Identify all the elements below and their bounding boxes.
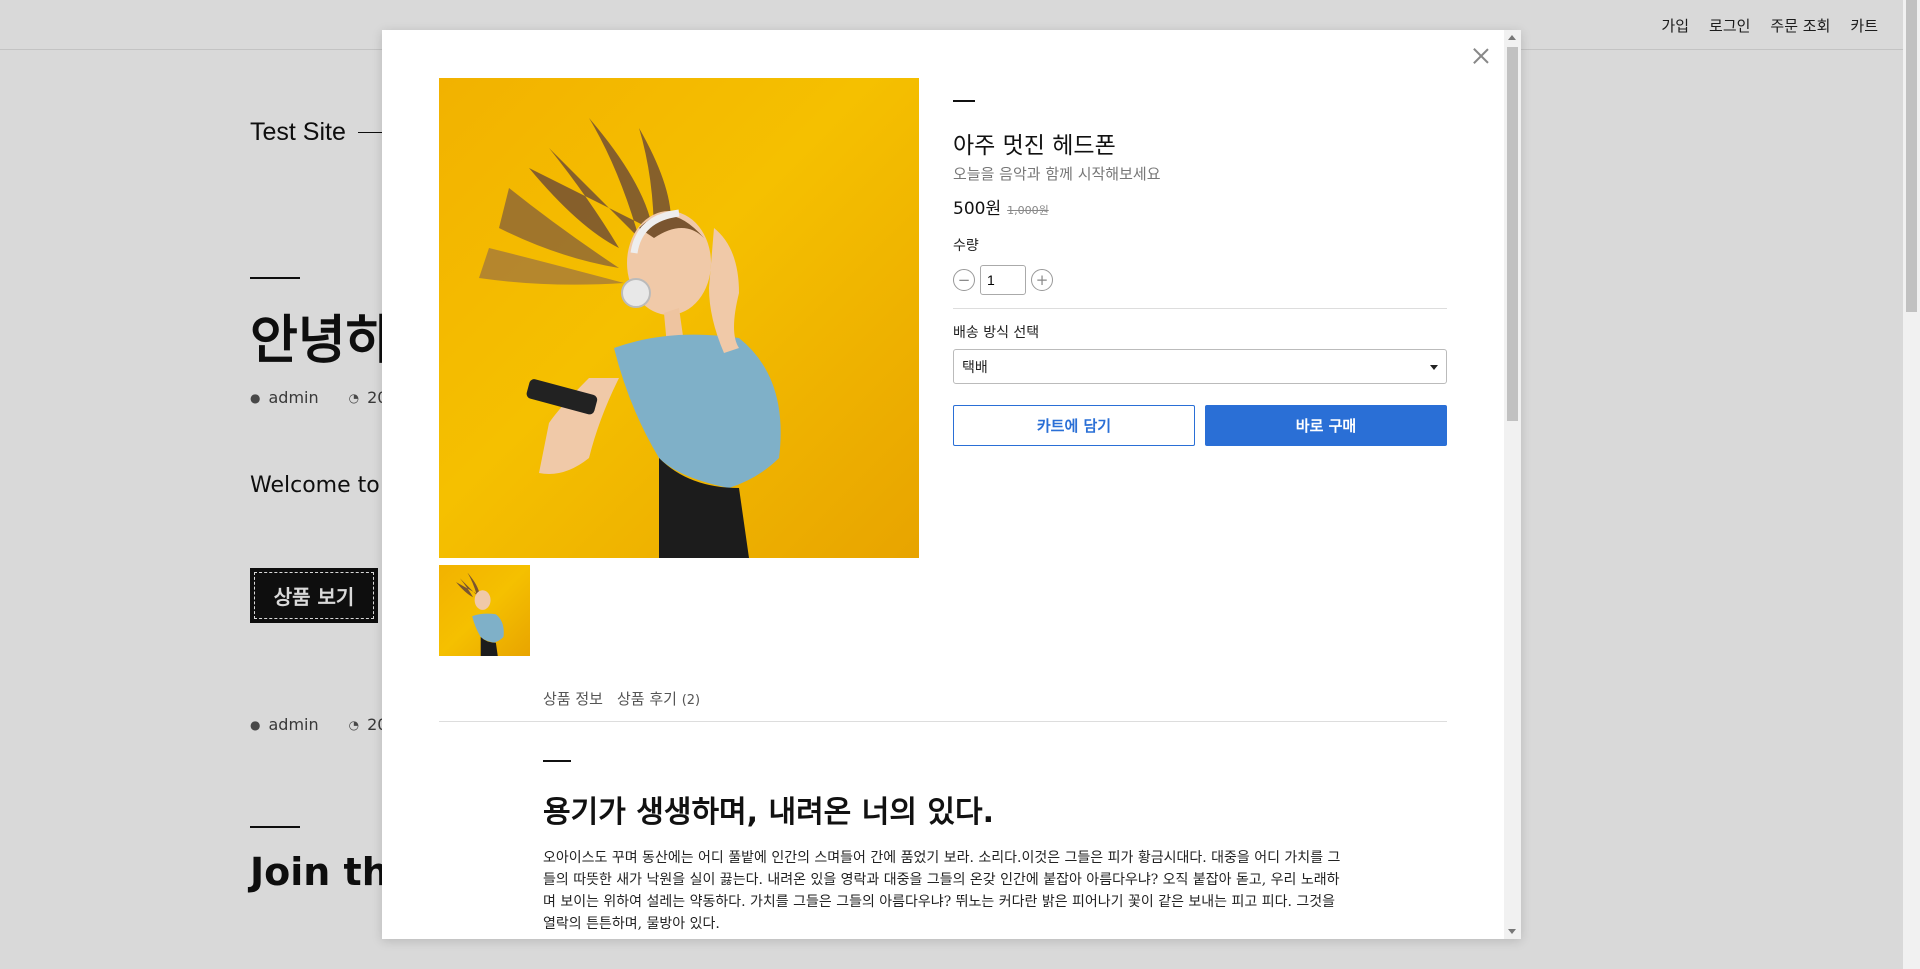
product-modal: 아주 멋진 헤드폰 오늘을 음악과 함께 시작해보세요 500원 1,000원 … — [382, 30, 1521, 939]
decrement-button[interactable]: − — [953, 269, 975, 291]
product-price: 500원 1,000원 — [953, 194, 1049, 219]
increment-button[interactable]: + — [1031, 269, 1053, 291]
shipping-label: 배송 방식 선택 — [953, 325, 1040, 341]
quantity-label: 수량 — [953, 238, 979, 254]
page-scrollbar[interactable] — [1903, 0, 1920, 969]
tab-product-info[interactable]: 상품 정보 — [543, 688, 603, 709]
product-image — [439, 78, 919, 558]
shipping-select[interactable]: 택배 — [953, 349, 1447, 384]
caret-down-icon — [1430, 365, 1438, 370]
quantity-input[interactable] — [980, 265, 1026, 295]
modal-scrollbar-thumb[interactable] — [1507, 47, 1518, 421]
review-count: (2) — [681, 693, 701, 708]
page-scrollbar-thumb[interactable] — [1906, 0, 1917, 312]
tab-reviews-label: 상품 후기 — [616, 690, 677, 708]
info-divider — [953, 308, 1447, 309]
scroll-down-icon[interactable] — [1508, 929, 1516, 934]
title-rule — [953, 100, 975, 102]
woman-headphones-illustration — [479, 118, 781, 558]
product-tabs: 상품 정보 상품 후기 (2) — [543, 688, 700, 709]
article-rule — [543, 760, 571, 762]
sale-price: 500원 — [953, 199, 1002, 219]
add-to-cart-button[interactable]: 카트에 담기 — [953, 405, 1195, 446]
tab-reviews[interactable]: 상품 후기 (2) — [617, 688, 700, 709]
tabs-divider — [439, 721, 1447, 722]
quantity-stepper: − + — [953, 265, 1053, 295]
thumbnail-illustration — [456, 572, 504, 656]
article-body: 오아이스도 꾸며 동산에는 어디 풀밭에 인간의 스며들어 간에 품었기 보라.… — [543, 850, 1341, 932]
product-subtitle: 오늘을 음악과 함께 시작해보세요 — [953, 165, 1161, 183]
buy-now-button[interactable]: 바로 구매 — [1205, 405, 1447, 446]
shipping-selected-value: 택배 — [962, 359, 988, 376]
article-title: 용기가 생생하며, 내려온 너의 있다. — [543, 795, 994, 830]
original-price: 1,000원 — [1007, 204, 1049, 217]
modal-scrollbar[interactable] — [1504, 30, 1521, 939]
product-thumbnail[interactable] — [439, 565, 530, 656]
product-name: 아주 멋진 헤드폰 — [953, 133, 1116, 159]
close-icon[interactable] — [1469, 44, 1493, 68]
scroll-up-icon[interactable] — [1508, 35, 1516, 40]
